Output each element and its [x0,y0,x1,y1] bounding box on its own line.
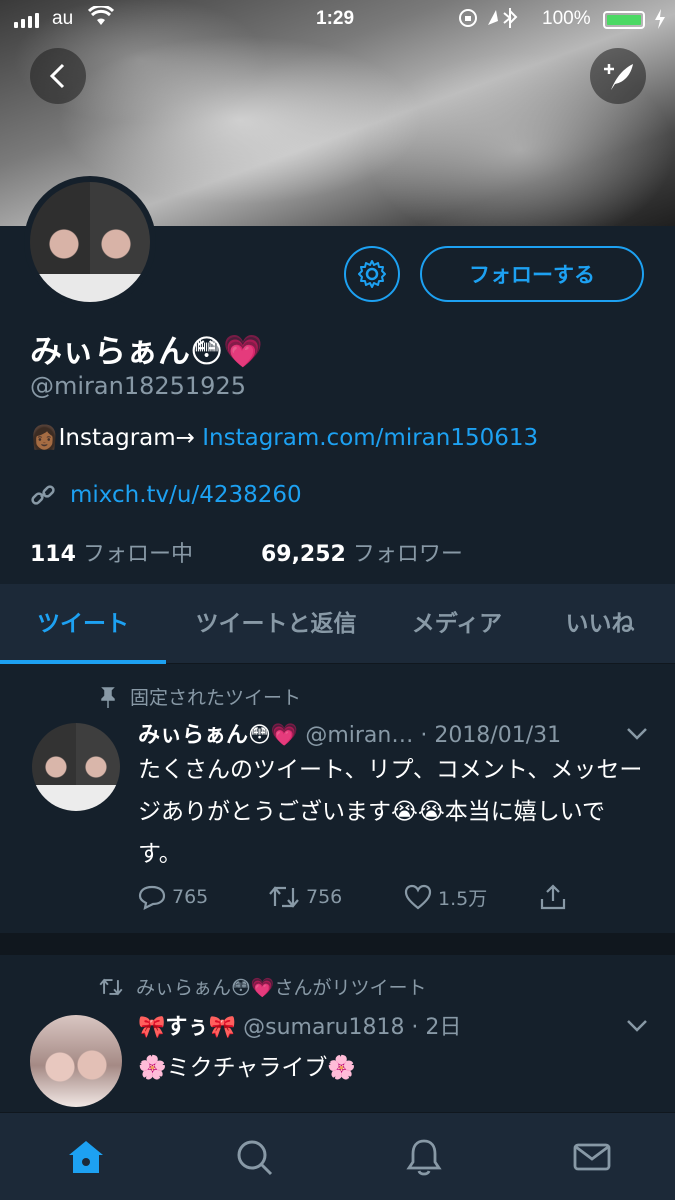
profile-handle: @miran18251925 [30,372,246,400]
pin-icon [101,686,115,708]
chevron-down-icon[interactable] [626,1019,648,1033]
reply-count: 765 [172,886,209,908]
followers-label: フォロワー [352,542,463,567]
tweet-text: たくさんのツイート、リプ、コメント、メッセージありがとうございます😭😭本当に嬉し… [138,757,643,867]
tab-media[interactable]: メディア [392,584,522,664]
following-stat[interactable]: 114 フォロー中 [30,542,193,567]
tweet-context: みぃらぁん😳💗さんがリツイート [98,973,426,1000]
like-count: 1.5万 [438,887,488,910]
like-button[interactable]: 1.5万 [404,884,538,911]
divider [0,933,675,955]
tweet-text: 🌸ミクチャライブ🌸 [138,1055,357,1081]
follow-button[interactable]: フォローする [420,246,644,302]
nav-messages[interactable] [570,1135,614,1179]
tweet[interactable]: 固定されたツイート みぃらぁん😳💗 @miran… · 2018/01/31 た… [0,665,675,933]
gear-icon [358,260,386,288]
tweet-handle-date: @sumaru1818 · 2日 [243,1015,462,1040]
pinned-label: 固定されたツイート [130,687,302,709]
tweet-handle-date: @miran… · 2018/01/31 [305,723,562,748]
profile-name: みぃらぁん😳💗 [30,332,264,370]
lock-rotation-icon [458,7,518,35]
bio-text: 👩🏾Instagram→ [30,425,203,451]
charging-icon [654,9,666,35]
bio-link[interactable]: Instagram.com/miran150613 [202,425,538,451]
reply-icon [138,885,166,910]
chevron-down-icon[interactable] [626,727,648,741]
nav-search[interactable] [232,1135,276,1179]
tweet[interactable]: みぃらぁん😳💗さんがリツイート 🎀すぅ🎀 @sumaru1818 · 2日 🌸ミ… [0,955,675,1112]
retweeted-by-label: みぃらぁん😳💗さんがリツイート [136,977,427,999]
tweet-avatar[interactable] [32,723,120,811]
mail-icon [573,1143,611,1171]
home-icon [69,1141,103,1173]
following-count: 114 [30,542,76,567]
profile-website[interactable]: mixch.tv/u/4238260 [30,482,302,508]
tweet-author[interactable]: みぃらぁん😳💗 [138,723,298,748]
tab-tweets[interactable]: ツイート [0,584,166,664]
carrier: au [52,8,74,29]
profile-bio: 👩🏾Instagram→ Instagram.com/miran150613 [30,424,538,451]
tab-tweets-and-replies[interactable]: ツイートと返信 [176,584,376,664]
nav-home[interactable] [64,1135,108,1179]
link-icon [31,485,55,505]
following-label: フォロー中 [82,542,193,567]
compose-icon [604,64,633,90]
bottom-navigation [0,1112,675,1200]
bell-icon [406,1139,442,1176]
tweet-avatar[interactable] [30,1015,122,1107]
tweet-header: みぃらぁん😳💗 @miran… · 2018/01/31 [138,717,561,749]
retweet-button[interactable]: 756 [268,884,404,910]
tweet-author[interactable]: 🎀すぅ🎀 [138,1015,236,1040]
tab-likes[interactable]: いいね [544,584,656,664]
followers-count: 69,252 [260,542,346,567]
nav-notifications[interactable] [402,1135,446,1179]
settings-button[interactable] [344,246,400,302]
back-arrow-icon [49,63,65,89]
profile-avatar[interactable] [24,176,156,308]
back-button[interactable] [30,48,86,104]
followers-stat[interactable]: 69,252 フォロワー [261,542,463,567]
tweet-actions: 765 756 1.5万 [138,883,568,911]
website-link[interactable]: mixch.tv/u/4238260 [70,482,302,508]
wifi-icon [87,4,115,32]
retweet-icon [269,886,299,908]
retweet-count: 756 [306,886,343,908]
retweet-icon [99,978,123,995]
tweet-header: 🎀すぅ🎀 @sumaru1818 · 2日 [138,1009,461,1041]
compose-tweet-button[interactable] [590,48,646,104]
follow-counts: 114 フォロー中 69,252 フォロワー [30,536,463,568]
clock: 1:29 [316,8,355,29]
profile-tabs: ツイート ツイートと返信 メディア いいね [0,584,675,664]
battery-icon [603,11,645,29]
share-icon[interactable] [538,883,568,911]
status-bar: au 1:29 100% [0,0,675,40]
reply-button[interactable]: 765 [138,884,268,910]
signal-icon [14,12,39,28]
battery-percent: 100% [542,8,591,29]
like-icon [404,884,432,910]
search-icon [237,1140,273,1176]
tweet-context: 固定されたツイート [100,683,301,710]
